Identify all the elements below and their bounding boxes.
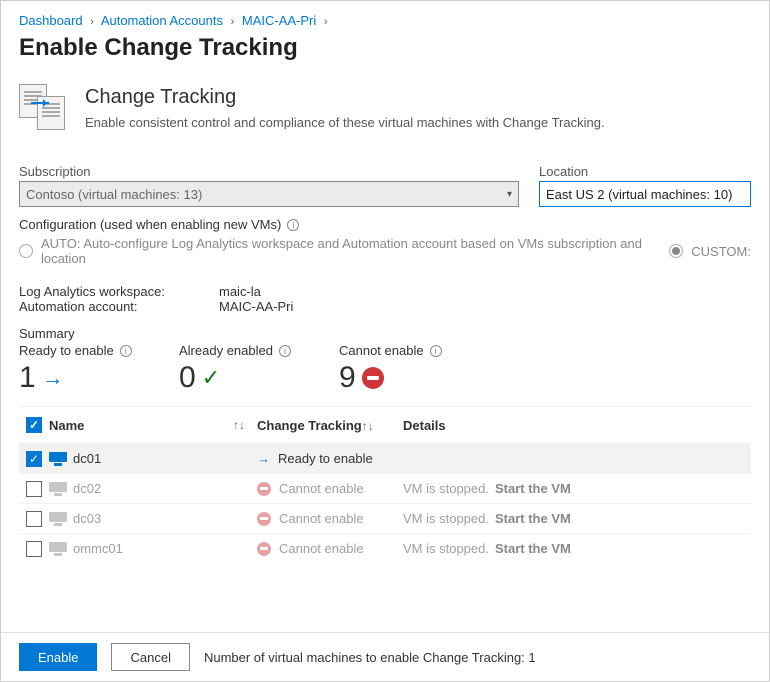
chevron-down-icon: ▾ (507, 189, 512, 200)
vm-icon (49, 512, 67, 526)
vm-name: ommc01 (73, 541, 123, 556)
enable-button[interactable]: Enable (19, 643, 97, 671)
start-vm-link[interactable]: Start the VM (495, 481, 571, 496)
vm-table: ✓ Name↑↓ Change Tracking↑↓ Details ✓dc01… (19, 406, 751, 563)
column-change-tracking[interactable]: Change Tracking (257, 418, 362, 433)
breadcrumb-link[interactable]: Dashboard (19, 13, 83, 28)
check-icon: ✓ (202, 365, 220, 391)
ready-to-enable-value: 1 (19, 361, 36, 395)
automation-account-value: MAIC-AA-Pri (219, 299, 293, 314)
location-select[interactable]: East US 2 (virtual machines: 10) (539, 181, 751, 207)
table-row[interactable]: dc03 Cannot enable VM is stopped. Start the… (19, 503, 751, 533)
vm-icon (49, 452, 67, 466)
hero: Change Tracking Enable consistent contro… (19, 84, 751, 132)
breadcrumb-link[interactable]: MAIC-AA-Pri (242, 13, 316, 28)
chevron-right-icon: › (90, 16, 94, 28)
cancel-button[interactable]: Cancel (111, 643, 189, 671)
footer-message: Number of virtual machines to enable Cha… (204, 650, 536, 665)
already-enabled-value: 0 (179, 361, 196, 395)
radio-auto-label: AUTO: Auto-configure Log Analytics works… (41, 236, 653, 266)
subscription-label: Subscription (19, 164, 519, 179)
subscription-select[interactable]: Contoso (virtual machines: 13) ▾ (19, 181, 519, 207)
chevron-right-icon: › (231, 16, 235, 28)
cannot-enable-value: 9 (339, 361, 356, 395)
vm-name: dc01 (73, 451, 101, 466)
select-all-checkbox[interactable]: ✓ (26, 417, 42, 433)
summary-row: Ready to enablei 1→ Already enabledi 0✓ … (19, 343, 751, 398)
radio-custom-label: CUSTOM: (691, 244, 751, 259)
location-value: East US 2 (virtual machines: 10) (546, 187, 732, 202)
info-icon[interactable]: i (430, 345, 442, 357)
table-row[interactable]: ✓ dc01 → Ready to enable (19, 443, 751, 473)
location-label: Location (539, 164, 751, 179)
info-icon[interactable]: i (120, 345, 132, 357)
column-name[interactable]: Name (49, 418, 84, 433)
already-enabled-label: Already enabled (179, 343, 273, 358)
row-checkbox (26, 511, 42, 527)
automation-account-label: Automation account: (19, 299, 219, 314)
status-text: Ready to enable (278, 451, 373, 466)
row-checkbox[interactable]: ✓ (26, 451, 42, 467)
status-text: Cannot enable (279, 541, 364, 556)
configuration-label: Configuration (used when enabling new VM… (19, 217, 751, 232)
info-icon[interactable]: i (279, 345, 291, 357)
arrow-right-icon: → (257, 451, 270, 466)
page-title: Enable Change Tracking (19, 34, 751, 62)
table-row[interactable]: ommc01 Cannot enable VM is stopped. Start t… (19, 533, 751, 563)
breadcrumb-link[interactable]: Automation Accounts (101, 13, 223, 28)
sort-icon[interactable]: ↑↓ (233, 418, 245, 432)
block-icon (257, 542, 271, 556)
radio-auto[interactable] (19, 244, 33, 258)
start-vm-link[interactable]: Start the VM (495, 511, 571, 526)
summary-title: Summary (19, 326, 751, 341)
breadcrumb: Dashboard › Automation Accounts › MAIC-A… (19, 11, 751, 28)
change-tracking-icon (19, 84, 67, 132)
vm-icon (49, 482, 67, 496)
status-text: Cannot enable (279, 511, 364, 526)
start-vm-link[interactable]: Start the VM (495, 541, 571, 556)
subscription-value: Contoso (virtual machines: 13) (26, 187, 202, 202)
radio-custom[interactable] (669, 244, 683, 258)
la-workspace-value: maic-la (219, 284, 261, 299)
chevron-right-icon: › (324, 16, 328, 28)
arrow-right-icon: → (42, 365, 64, 391)
footer: Enable Cancel Number of virtual machines… (1, 632, 769, 681)
ready-to-enable-label: Ready to enable (19, 343, 114, 358)
hero-title: Change Tracking (85, 86, 605, 109)
sort-icon[interactable]: ↑↓ (362, 419, 374, 433)
block-icon (362, 367, 384, 389)
table-row[interactable]: dc02 Cannot enable VM is stopped. Start the… (19, 473, 751, 503)
block-icon (257, 512, 271, 526)
column-details[interactable]: Details (403, 418, 446, 433)
la-workspace-label: Log Analytics workspace: (19, 284, 219, 299)
vm-name: dc02 (73, 481, 101, 496)
block-icon (257, 482, 271, 496)
row-checkbox (26, 481, 42, 497)
cannot-enable-label: Cannot enable (339, 343, 424, 358)
hero-subtitle: Enable consistent control and compliance… (85, 115, 605, 130)
details-text: VM is stopped. (403, 511, 489, 526)
row-checkbox (26, 541, 42, 557)
vm-name: dc03 (73, 511, 101, 526)
table-header: ✓ Name↑↓ Change Tracking↑↓ Details (19, 407, 751, 443)
details-text: VM is stopped. (403, 541, 489, 556)
status-text: Cannot enable (279, 481, 364, 496)
vm-icon (49, 542, 67, 556)
info-icon[interactable]: i (287, 219, 299, 231)
details-text: VM is stopped. (403, 481, 489, 496)
